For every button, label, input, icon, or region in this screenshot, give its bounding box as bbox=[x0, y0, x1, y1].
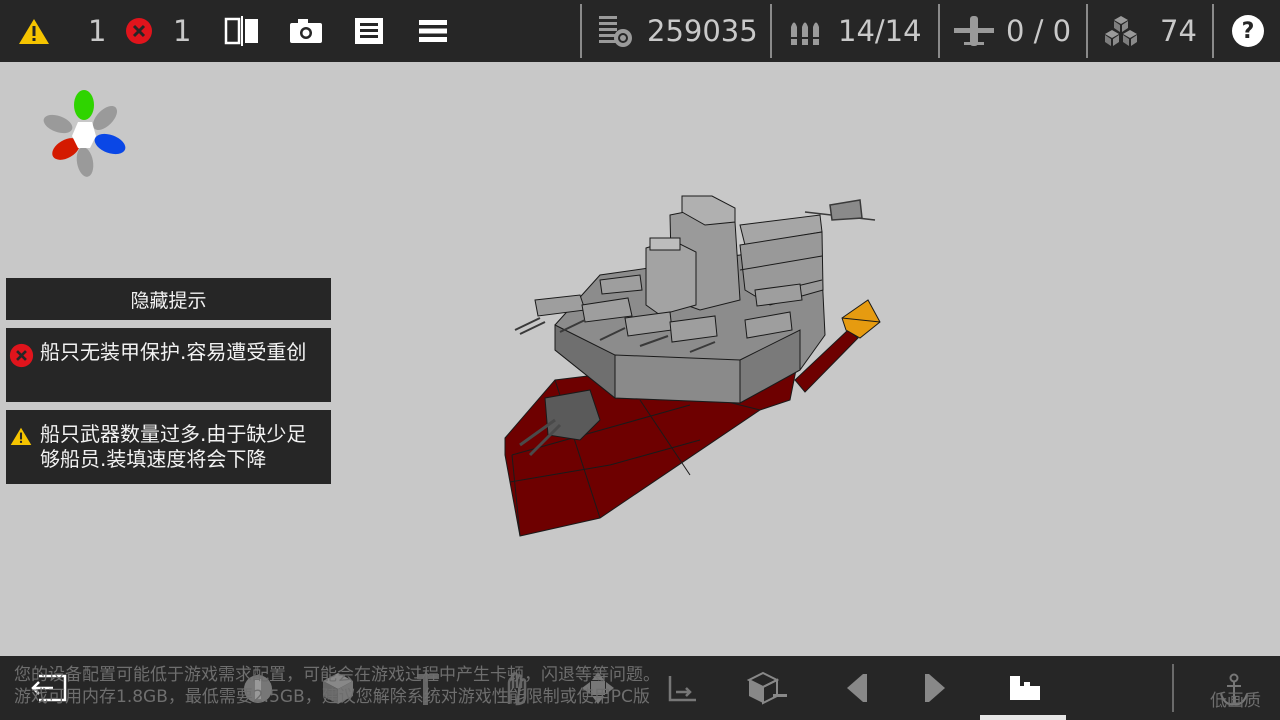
orientation-gizmo[interactable] bbox=[38, 88, 134, 184]
performance-notice-line-2: 游戏可用内存1.8GB，最低需要2.5GB，建议您解除系统对游戏性能限制或使用P… bbox=[14, 687, 650, 707]
hide-hints-label: 隐藏提示 bbox=[130, 289, 207, 312]
menu-icon bbox=[419, 20, 447, 42]
ship-model[interactable] bbox=[490, 180, 900, 550]
save-button[interactable] bbox=[353, 0, 385, 62]
ammo-icon bbox=[791, 22, 819, 45]
step-forward-icon bbox=[925, 674, 945, 702]
money-icon bbox=[599, 16, 632, 47]
money-counter: 259035 bbox=[597, 0, 758, 62]
bottom-divider bbox=[1172, 664, 1174, 712]
warning-indicator[interactable]: 1 bbox=[18, 0, 106, 62]
parts-value: 74 bbox=[1160, 14, 1197, 48]
error-hint-text: 船只无装甲保护.容易遭受重创 bbox=[40, 340, 307, 364]
error-icon bbox=[9, 343, 34, 368]
aircraft-value: 0 / 0 bbox=[1006, 14, 1072, 48]
warning-count: 1 bbox=[88, 14, 107, 48]
parts-counter: 74 bbox=[1102, 0, 1197, 62]
warning-icon bbox=[10, 427, 32, 445]
toolbar-divider bbox=[580, 4, 582, 58]
mirror-icon bbox=[224, 16, 258, 46]
next-button[interactable] bbox=[920, 668, 954, 708]
performance-notice-line-1: 您的设备配置可能低于游戏需求配置，可能会在游戏过程中产生卡顿，闪退等等问题。 bbox=[14, 665, 660, 685]
warning-icon bbox=[19, 19, 49, 44]
remove-block-button[interactable] bbox=[746, 668, 790, 708]
ship-view-button[interactable] bbox=[1004, 668, 1044, 708]
aircraft-counter: 0 / 0 bbox=[952, 0, 1071, 62]
toolbar-divider bbox=[1212, 4, 1214, 58]
frame-tool-button[interactable] bbox=[664, 668, 702, 708]
plane-icon bbox=[954, 16, 994, 46]
frame-icon bbox=[668, 676, 696, 702]
weapon-value: 14/14 bbox=[838, 14, 922, 48]
gizmo-axes bbox=[43, 90, 126, 177]
screenshot-button[interactable] bbox=[288, 0, 324, 62]
toolbar-divider bbox=[1086, 4, 1088, 58]
mirror-button[interactable] bbox=[224, 0, 260, 62]
parts-icon bbox=[1105, 16, 1137, 46]
warning-hint: 船只武器数量过多.由于缺少足够船员.装填速度将会下降 bbox=[6, 410, 331, 484]
ship-icon bbox=[1010, 676, 1040, 700]
error-count: 1 bbox=[173, 14, 192, 48]
active-tab-indicator bbox=[980, 715, 1066, 720]
help-icon: ? bbox=[1241, 18, 1255, 44]
help-button[interactable]: ? bbox=[1232, 15, 1264, 47]
error-indicator[interactable]: 1 bbox=[125, 0, 191, 62]
save-icon bbox=[355, 18, 383, 44]
menu-button[interactable] bbox=[418, 0, 448, 62]
warning-hint-text: 船只武器数量过多.由于缺少足够船员.装填速度将会下降 bbox=[40, 422, 307, 471]
step-back-icon bbox=[847, 674, 867, 702]
error-icon bbox=[126, 18, 152, 44]
cube-minus-icon bbox=[747, 671, 787, 705]
quality-label[interactable]: 低画质 bbox=[1210, 686, 1261, 711]
toolbar-divider bbox=[770, 4, 772, 58]
error-hint: 船只无装甲保护.容易遭受重创 bbox=[6, 328, 331, 402]
hide-hints-button[interactable]: 隐藏提示 bbox=[6, 278, 331, 320]
weapon-counter: 14/14 bbox=[788, 0, 922, 62]
camera-icon bbox=[290, 19, 322, 43]
toolbar-divider bbox=[938, 4, 940, 58]
previous-button[interactable] bbox=[838, 668, 872, 708]
money-value: 259035 bbox=[647, 14, 758, 48]
ship-superstructure bbox=[645, 195, 741, 316]
